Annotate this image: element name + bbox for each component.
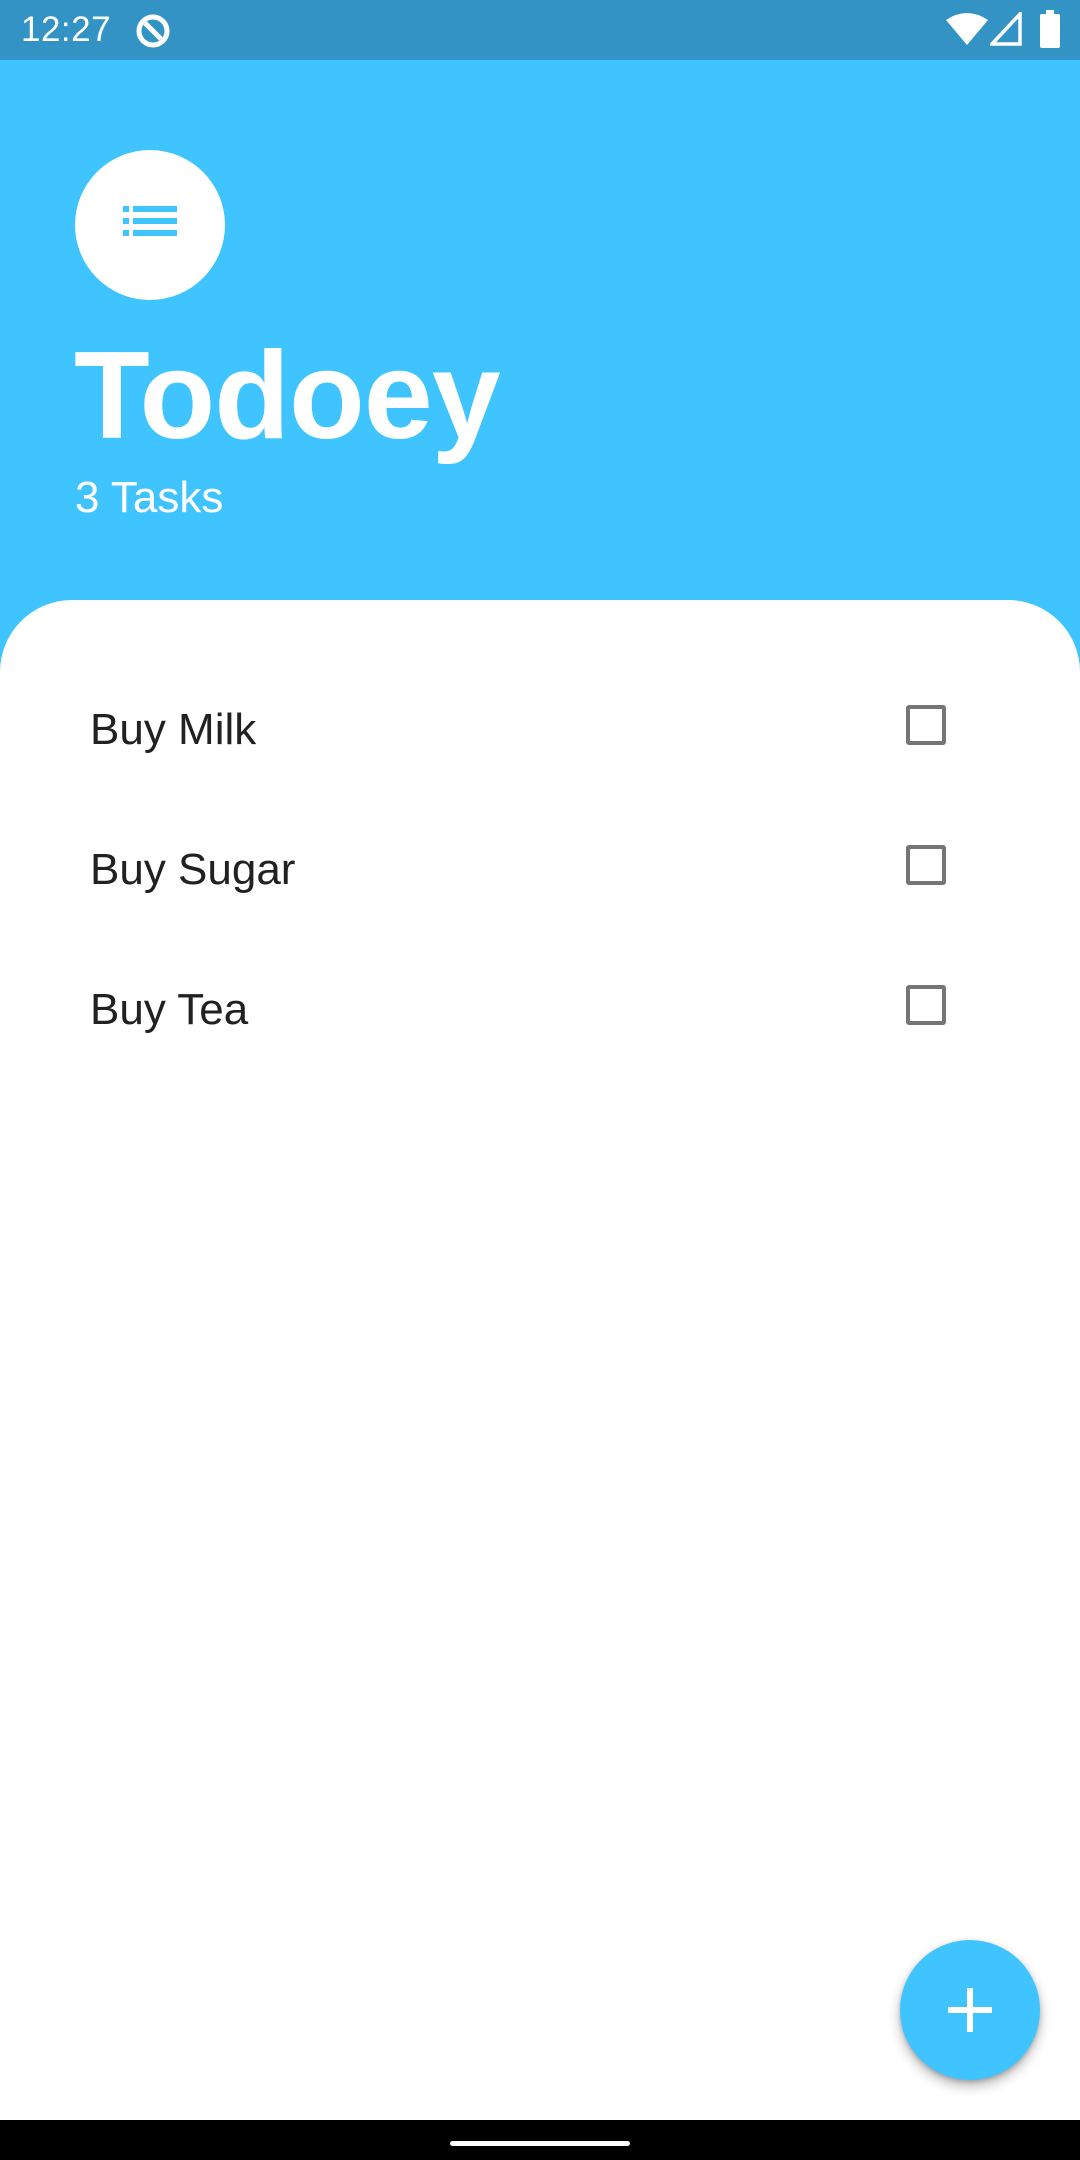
list-icon (123, 206, 177, 236)
task-list: Buy Milk Buy Sugar Buy Tea (0, 660, 1080, 1080)
task-checkbox[interactable] (906, 845, 946, 885)
home-gesture-handle[interactable] (450, 2141, 630, 2146)
status-time: 12:27 (21, 10, 112, 49)
task-label: Buy Milk (90, 705, 257, 754)
task-label: Buy Tea (90, 985, 249, 1034)
header-list-avatar (75, 150, 225, 300)
navigation-bar (0, 2120, 1080, 2160)
add-icon (948, 1988, 992, 2032)
cell-signal-icon (990, 12, 1022, 46)
task-count: 3 Tasks (75, 473, 224, 522)
task-item[interactable]: Buy Tea (0, 940, 1080, 1080)
app-notification-icon (136, 14, 170, 48)
app-title: Todoey (74, 327, 501, 465)
status-bar: 12:27 (0, 0, 1080, 60)
task-item[interactable]: Buy Sugar (0, 800, 1080, 940)
task-sheet: Buy Milk Buy Sugar Buy Tea (0, 600, 1080, 2120)
task-label: Buy Sugar (90, 845, 296, 894)
battery-icon (1040, 10, 1060, 48)
task-item[interactable]: Buy Milk (0, 660, 1080, 800)
task-checkbox[interactable] (906, 985, 946, 1025)
add-task-button[interactable] (900, 1940, 1040, 2080)
wifi-icon (946, 13, 988, 45)
task-checkbox[interactable] (906, 705, 946, 745)
